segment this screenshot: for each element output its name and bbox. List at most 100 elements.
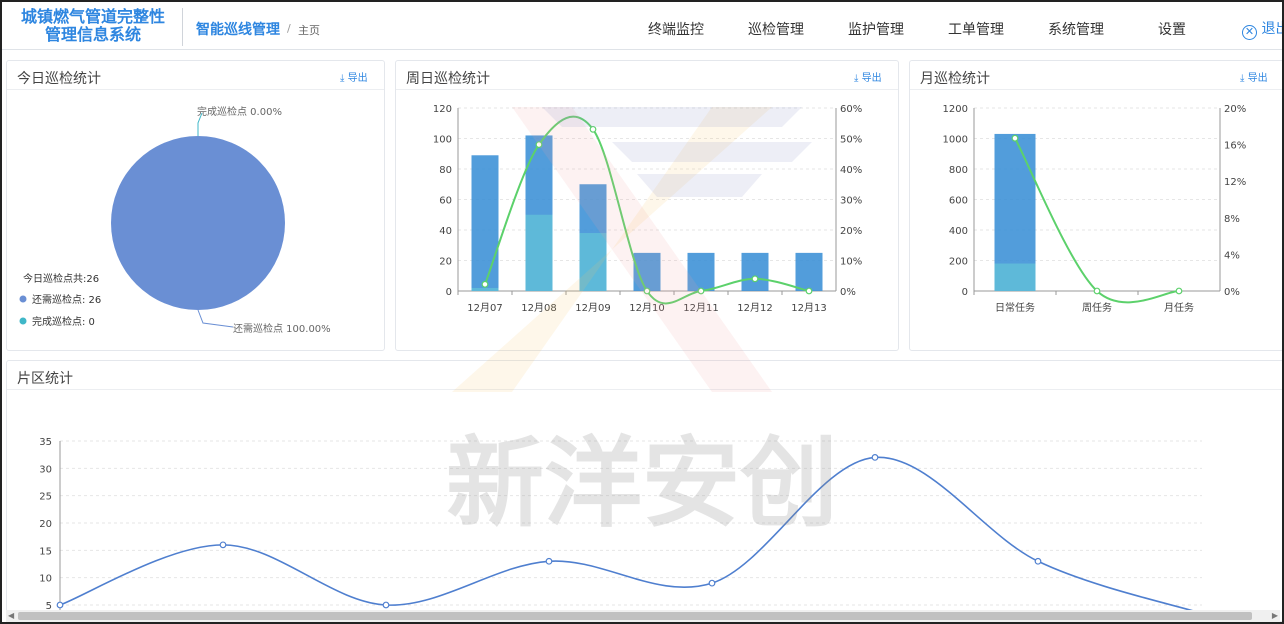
x-tick-label: 12月12 — [737, 302, 772, 314]
scroll-right-arrow-icon[interactable]: ▶ — [1272, 610, 1278, 622]
week-combo-chart: 0 20 40 60 80 100 120 0% 10% 20% 30% 40% 50% 60% 12月07… — [433, 104, 862, 314]
today-inspection-panel: 今日巡检统计 ⤓ 导出 完成巡检点 0.00% 还需巡检点 100.00% 今日… — [6, 60, 385, 351]
legend-label-remaining[interactable]: 还需巡检点: 26 — [32, 293, 101, 306]
app-logo-title: 城镇燃气管道完整性 管理信息系统 — [12, 8, 174, 44]
y-tick-label: 1200 — [943, 104, 968, 115]
app-window: 城镇燃气管道完整性 管理信息系统 智能巡线管理 / 主页 终端监控 巡检管理 监… — [0, 0, 1284, 624]
y2-tick-label: 50% — [840, 135, 862, 146]
x-tick-label: 12月09 — [575, 302, 610, 314]
header-divider — [182, 8, 183, 46]
line-point — [535, 141, 543, 148]
bar — [579, 233, 607, 291]
line-point — [56, 601, 64, 609]
callout-line-remaining — [197, 309, 234, 328]
line-point — [708, 579, 716, 587]
y-tick-label: 15 — [39, 546, 52, 557]
y-tick-label: 30 — [39, 464, 52, 475]
y2-tick-label: 60% — [840, 104, 862, 115]
scrollbar-thumb[interactable] — [18, 612, 1252, 620]
app-title-line2: 管理信息系统 — [44, 25, 141, 44]
line-point — [219, 541, 227, 549]
line-point — [1175, 287, 1183, 295]
nav-work-order-management[interactable]: 工单管理 — [948, 19, 1004, 39]
line-point — [643, 287, 651, 295]
line-point — [589, 125, 597, 133]
y-tick-label: 120 — [433, 104, 452, 115]
callout-done: 完成巡检点 0.00% — [197, 105, 282, 118]
y2-tick-label: 20% — [840, 226, 862, 237]
nav-inspection-management[interactable]: 巡检管理 — [748, 19, 804, 39]
y2-tick-label: 8% — [1224, 214, 1240, 225]
y2-tick-label: 40% — [840, 165, 862, 176]
district-line — [59, 456, 1202, 614]
y-tick-label: 60 — [439, 196, 452, 207]
line-point — [481, 280, 489, 288]
week-inspection-panel: 周日巡检统计 ⤓ 导出 0 20 40 60 80 100 120 0% 10% 20% 30% 40… — [395, 60, 899, 351]
x-tick-label: 周任务 — [1082, 301, 1112, 314]
x-tick-label: 12月08 — [521, 302, 556, 314]
line-point — [1034, 557, 1042, 565]
app-title-line1: 城镇燃气管道完整性 — [20, 7, 165, 26]
legend-label-done[interactable]: 完成巡检点: 0 — [32, 315, 95, 328]
y-tick-label: 10 — [39, 574, 52, 585]
logout-button[interactable]: ✕ 退出 — [1242, 18, 1282, 40]
line-point — [871, 453, 879, 461]
x-tick-label: 12月10 — [629, 302, 664, 314]
x-tick-label: 月任务 — [1164, 301, 1194, 314]
y2-tick-label: 12% — [1224, 177, 1246, 188]
legend-swatch-done — [19, 317, 27, 325]
line-point — [805, 287, 813, 295]
y-tick-label: 400 — [949, 226, 968, 237]
y-tick-label: 0 — [962, 287, 968, 298]
x-tick-label: 12月07 — [467, 302, 502, 314]
percent-line — [1014, 137, 1180, 304]
top-header: 城镇燃气管道完整性 管理信息系统 智能巡线管理 / 主页 终端监控 巡检管理 监… — [2, 2, 1282, 50]
nav-system-management[interactable]: 系统管理 — [1048, 19, 1104, 39]
line-point — [697, 287, 705, 295]
y-tick-label: 100 — [433, 135, 452, 146]
bar — [994, 263, 1036, 291]
y2-tick-label: 30% — [840, 196, 862, 207]
month-combo-chart: 0 200 400 600 800 1000 1200 0% 4% 8% 12% 16% 20% 日常任务… — [943, 104, 1247, 314]
y-tick-label: 25 — [39, 492, 52, 503]
y-tick-label: 1000 — [943, 135, 968, 146]
breadcrumb-home[interactable]: 主页 — [298, 22, 320, 38]
y-tick-label: 0 — [446, 287, 452, 298]
callout-remaining: 还需巡检点 100.00% — [233, 322, 331, 335]
nav-settings[interactable]: 设置 — [1158, 19, 1186, 39]
y-tick-label: 600 — [949, 196, 968, 207]
scroll-left-arrow-icon[interactable]: ◀ — [8, 610, 14, 622]
y2-tick-label: 0% — [1224, 287, 1240, 298]
y2-tick-label: 16% — [1224, 141, 1246, 152]
line-point — [751, 275, 759, 283]
line-point — [1093, 287, 1101, 295]
horizontal-scrollbar[interactable]: ◀ ▶ — [6, 610, 1280, 622]
y-tick-label: 20 — [439, 257, 452, 268]
breadcrumb-separator: / — [287, 22, 291, 35]
y2-tick-label: 4% — [1224, 250, 1240, 261]
bar — [471, 155, 499, 291]
today-total-label: 今日巡检点共:26 — [23, 272, 99, 285]
bar — [525, 214, 553, 291]
today-pie-chart: 完成巡检点 0.00% 还需巡检点 100.00% 今日巡检点共:26 还需巡检… — [19, 105, 331, 335]
y2-tick-label: 10% — [840, 257, 862, 268]
bar — [687, 252, 715, 291]
x-tick-label: 日常任务 — [995, 301, 1035, 314]
bar — [795, 252, 823, 291]
nav-terminal-monitor[interactable]: 终端监控 — [648, 19, 704, 39]
month-inspection-panel: 月巡检统计 ⤓ 导出 0 200 400 600 800 1000 1200 0% 4% 8% 12… — [909, 60, 1282, 351]
district-statistics-panel: 片区统计 5 10 15 20 25 30 35 — [6, 360, 1282, 622]
logout-label: 退出 — [1261, 21, 1282, 37]
y-tick-label: 40 — [439, 226, 452, 237]
x-tick-label: 12月13 — [791, 302, 826, 314]
y-tick-label: 35 — [39, 437, 52, 448]
y2-tick-label: 20% — [1224, 104, 1246, 115]
bar — [471, 287, 499, 291]
y-tick-label: 800 — [949, 165, 968, 176]
district-line-chart: 5101520253035 — [39, 437, 1202, 622]
y-tick-label: 200 — [949, 257, 968, 268]
nav-guardian-management[interactable]: 监护管理 — [848, 19, 904, 39]
x-tick-label: 12月11 — [683, 302, 718, 314]
bar — [741, 252, 769, 291]
pie-slice-remaining — [111, 136, 285, 310]
